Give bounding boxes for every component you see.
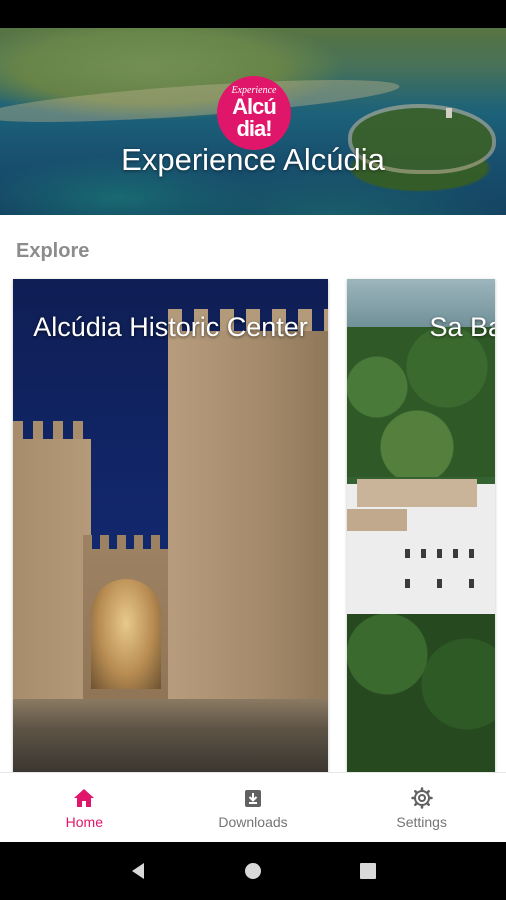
home-button[interactable] [233,851,273,891]
back-button[interactable] [118,851,158,891]
nav-item-settings[interactable]: Settings [337,773,506,842]
page-title: Experience Alcúdia [121,142,385,177]
card-title: Sa Bass Mus [429,312,495,342]
system-navigation-bar [0,842,506,900]
home-circle-icon [244,863,261,879]
status-bar [0,0,506,28]
bottom-navigation: Home Downloads Settings [0,772,506,842]
explore-card-sa-bassa[interactable]: Sa Bass Mus [347,279,495,772]
home-icon [74,788,95,807]
download-icon [245,789,261,807]
nav-label-home: Home [65,813,104,830]
nav-label-settings: Settings [396,813,447,830]
card-title: Alcúdia Historic Center [33,312,308,342]
back-icon [131,863,144,879]
settings-icon [410,786,433,809]
explore-section-label: Explore [16,240,90,262]
nav-label-downloads: Downloads [218,813,288,830]
explore-card-historic-center[interactable]: Alcúdia Historic Center [13,279,328,772]
nav-item-downloads[interactable]: Downloads [169,773,338,842]
nav-item-home[interactable]: Home [0,773,169,842]
experience-alcudia-logo: Experience Alcú dia! [217,76,291,150]
hero-header: Experience Alcú dia! Experience Alcúdia [0,28,506,215]
recents-icon [360,863,377,879]
recents-button[interactable] [348,851,388,891]
